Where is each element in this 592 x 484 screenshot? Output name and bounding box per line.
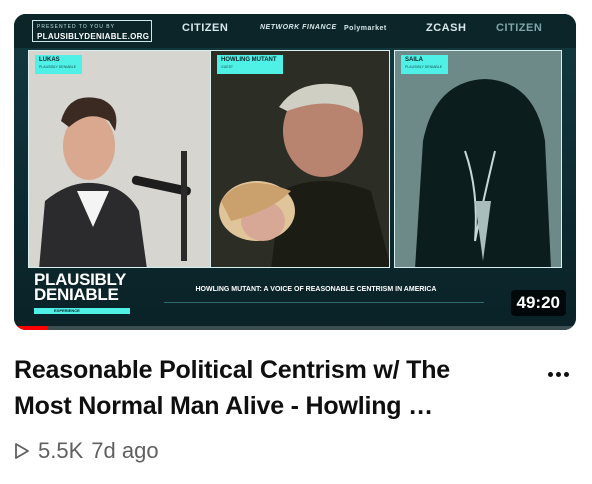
more-actions-button[interactable] bbox=[540, 360, 576, 388]
sponsor-banner: PRESENTED TO YOU BY PLAUSIBLYDENIABLE.OR… bbox=[14, 14, 576, 48]
duration-badge: 49:20 bbox=[510, 290, 566, 316]
episode-caption: HOWLING MUTANT: A VOICE OF REASONABLE CE… bbox=[195, 286, 437, 293]
divider bbox=[164, 302, 484, 303]
host-panel-saila: SAILA PLAUSIBLY DENIABLE bbox=[394, 50, 562, 268]
upload-age: 7d ago bbox=[91, 438, 159, 463]
play-outline-icon bbox=[14, 442, 30, 460]
guest-photo-howling-mutant bbox=[211, 51, 389, 267]
video-stats: 5.5K 7d ago bbox=[14, 438, 159, 464]
guest-panel-howling-mutant: HOWLING MUTANT GUEST bbox=[210, 50, 390, 268]
more-vertical-dots-icon bbox=[547, 371, 553, 377]
host-panel-lukas: LUKAS PLAUSIBLY DENIABLE bbox=[28, 50, 214, 268]
watch-progress-fill bbox=[14, 326, 48, 330]
show-brand: PLAUSIBLY DENIABLE bbox=[34, 270, 127, 304]
watch-progress-bar bbox=[14, 326, 576, 330]
sponsor-logo: ZCASH bbox=[426, 22, 467, 34]
sponsor-logo: CITIZEN bbox=[496, 22, 543, 34]
site-logo: PRESENTED TO YOU BY PLAUSIBLYDENIABLE.OR… bbox=[32, 20, 152, 42]
video-title[interactable]: Reasonable Political Centrism w/ The Mos… bbox=[14, 352, 514, 424]
host-name-tag: SAILA PLAUSIBLY DENIABLE bbox=[401, 55, 449, 74]
host-photo-lukas bbox=[29, 51, 213, 267]
sponsor-logo: NETWORK FINANCE bbox=[260, 24, 337, 31]
more-dot bbox=[563, 371, 569, 377]
view-count: 5.5K bbox=[38, 438, 84, 463]
sponsor-logo: Polymarket bbox=[344, 25, 387, 32]
sponsor-logo: CITIZEN bbox=[182, 22, 229, 34]
more-dot bbox=[555, 371, 561, 377]
brand-strip: EXPERIENCE bbox=[34, 308, 130, 314]
guest-name-tag: HOWLING MUTANT GUEST bbox=[217, 55, 283, 74]
host-photo-saila bbox=[395, 51, 561, 267]
host-name-tag: LUKAS PLAUSIBLY DENIABLE bbox=[35, 55, 83, 74]
video-thumbnail[interactable]: PRESENTED TO YOU BY PLAUSIBLYDENIABLE.OR… bbox=[14, 14, 576, 330]
